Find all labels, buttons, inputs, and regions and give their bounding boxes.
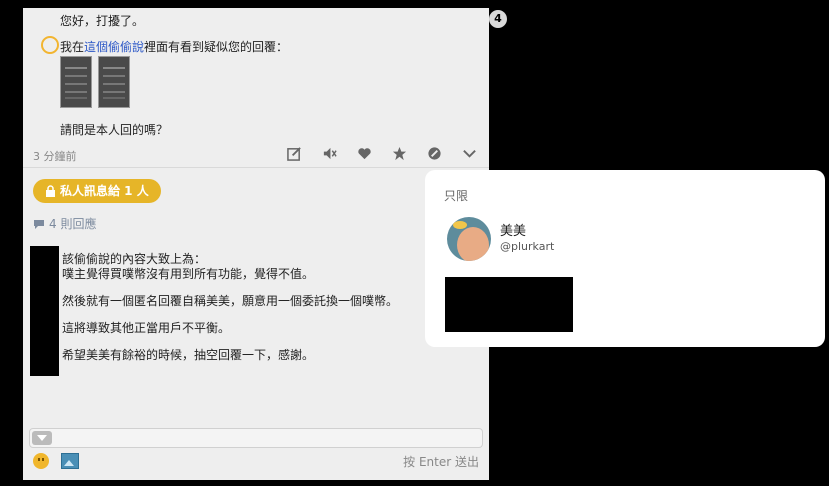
popup-title: 只限 (444, 189, 469, 203)
enter-hint: 按 Enter 送出 (403, 455, 479, 469)
user-handle[interactable]: @plurkart (500, 240, 554, 253)
post-time[interactable]: 3 分鐘前 (33, 148, 77, 164)
screenshot-thumbnail-1[interactable] (60, 56, 92, 108)
reply-text-line: 這將導致其他正當用戶不平衡。 (62, 321, 231, 335)
avatar[interactable] (447, 217, 491, 261)
reply-input[interactable] (29, 428, 483, 448)
private-message-badge[interactable]: 私人訊息給 1 人 (33, 179, 161, 203)
image-upload-icon[interactable] (61, 453, 79, 469)
star-icon[interactable] (390, 144, 408, 162)
comment-icon (34, 219, 44, 229)
action-bar (285, 144, 478, 162)
recipient-popup: 只限 美美 @plurkart (425, 170, 825, 347)
message-question: 請問是本人回的嗎？ (60, 123, 169, 137)
reply-text-line: 希望美美有餘裕的時候，抽空回覆一下，感謝。 (62, 348, 315, 362)
emoticon-icon[interactable] (33, 453, 49, 469)
qualifier-dropdown-icon[interactable] (32, 431, 52, 445)
divider (23, 167, 489, 168)
replies-count[interactable]: 4 則回應 (33, 215, 96, 232)
mute-icon[interactable] (320, 144, 338, 162)
screenshot-thumbnail-2[interactable] (98, 56, 130, 108)
heart-icon[interactable] (355, 144, 373, 162)
redacted-block (445, 277, 573, 332)
redacted-avatar (30, 246, 59, 376)
user-display-name[interactable]: 美美 (500, 220, 526, 239)
plurk-message-panel: 您好，打擾了。 我在這個偷偷說裡面有看到疑似您的回覆： 請問是本人回的嗎？ 3 … (23, 8, 489, 480)
reply-text-line: 然後就有一個匿名回覆自稱美美，願意用一個委託換一個噗幣。 (62, 294, 399, 308)
private-badge-label: 私人訊息給 1 人 (60, 184, 149, 198)
plurk-link[interactable]: 這個偷偷說 (84, 40, 144, 54)
unread-ring-icon (41, 36, 59, 54)
edit-icon[interactable] (285, 144, 303, 162)
reply-text-line: 噗主覺得買噗幣沒有用到所有功能，覺得不值。 (62, 267, 315, 281)
lock-icon (46, 185, 55, 197)
block-icon[interactable] (425, 144, 443, 162)
chevron-down-icon[interactable] (460, 144, 478, 162)
message-greeting: 您好，打擾了。 (60, 14, 145, 28)
notification-count-badge[interactable]: 4 (489, 10, 507, 28)
message-line1: 我在這個偷偷說裡面有看到疑似您的回覆： (60, 40, 289, 54)
